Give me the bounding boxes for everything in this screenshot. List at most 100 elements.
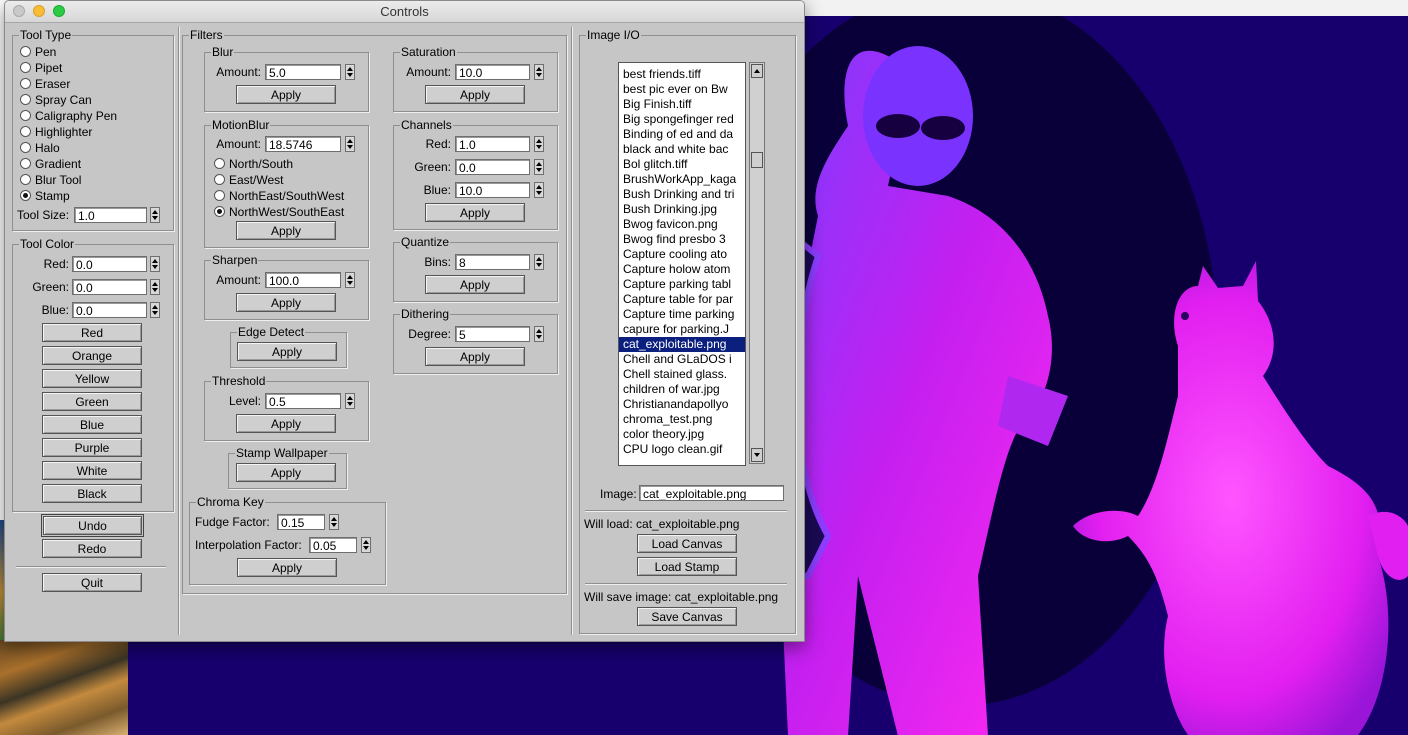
tool-color-red-spinner[interactable]	[150, 256, 160, 272]
tool-radio-caligraphy-pen[interactable]: Caligraphy Pen	[20, 109, 117, 123]
threshold-level-spinner[interactable]	[345, 393, 355, 409]
motionblur-radio-east-west[interactable]: East/West	[214, 173, 283, 187]
scroll-thumb[interactable]	[751, 152, 763, 168]
tool-color-green-spinner[interactable]	[150, 279, 160, 295]
radio-indicator-icon[interactable]	[214, 174, 225, 185]
tool-radio-halo[interactable]: Halo	[20, 141, 60, 155]
tool-radio-stamp[interactable]: Stamp	[20, 189, 70, 203]
file-list-item[interactable]: children of war.jpg	[619, 382, 745, 397]
redo-button[interactable]: Redo	[42, 539, 142, 558]
radio-indicator-icon[interactable]	[214, 206, 225, 217]
channels-apply-button[interactable]: Apply	[425, 203, 525, 222]
file-list-item[interactable]: Bwog favicon.png	[619, 217, 745, 232]
color-button-blue[interactable]: Blue	[42, 415, 142, 434]
file-list-item[interactable]: CPU logo clean.gif	[619, 442, 745, 457]
tool-color-blue-input[interactable]: 0.0	[72, 302, 147, 318]
scroll-up-icon[interactable]	[751, 64, 763, 78]
channels-red-input[interactable]: 1.0	[455, 136, 530, 152]
radio-indicator-icon[interactable]	[214, 190, 225, 201]
load-canvas-button[interactable]: Load Canvas	[637, 534, 737, 553]
file-list-item[interactable]: Bush Drinking and tri	[619, 187, 745, 202]
radio-indicator-icon[interactable]	[20, 46, 31, 57]
color-button-yellow[interactable]: Yellow	[42, 369, 142, 388]
fudge-factor-input[interactable]: 0.15	[277, 514, 325, 530]
radio-indicator-icon[interactable]	[20, 158, 31, 169]
sharpen-amount-spinner[interactable]	[345, 272, 355, 288]
file-list-item[interactable]: cat_exploitable.png	[619, 337, 745, 352]
channels-blue-spinner[interactable]	[534, 182, 544, 198]
radio-indicator-icon[interactable]	[20, 62, 31, 73]
radio-indicator-icon[interactable]	[20, 78, 31, 89]
file-list-item[interactable]: Chell stained glass.	[619, 367, 745, 382]
tool-size-input[interactable]: 1.0	[74, 207, 147, 223]
dithering-degree-input[interactable]: 5	[455, 326, 530, 342]
tool-radio-pipet[interactable]: Pipet	[20, 61, 62, 75]
dithering-degree-spinner[interactable]	[534, 326, 544, 342]
file-list-item[interactable]: Capture time parking	[619, 307, 745, 322]
quantize-apply-button[interactable]: Apply	[425, 275, 525, 294]
file-list-item[interactable]: capure for parking.J	[619, 322, 745, 337]
color-button-orange[interactable]: Orange	[42, 346, 142, 365]
radio-indicator-icon[interactable]	[20, 142, 31, 153]
threshold-level-input[interactable]: 0.5	[265, 393, 341, 409]
quit-button[interactable]: Quit	[42, 573, 142, 592]
quantize-bins-input[interactable]: 8	[455, 254, 530, 270]
color-button-red[interactable]: Red	[42, 323, 142, 342]
load-stamp-button[interactable]: Load Stamp	[637, 557, 737, 576]
file-list-item[interactable]: Big Finish.tiff	[619, 97, 745, 112]
sharpen-amount-input[interactable]: 100.0	[265, 272, 341, 288]
motionblur-radio-northeast-southwest[interactable]: NorthEast/SouthWest	[214, 189, 344, 203]
file-list-item[interactable]: Chell and GLaDOS i	[619, 352, 745, 367]
blur-apply-button[interactable]: Apply	[236, 85, 336, 104]
blur-amount-spinner[interactable]	[345, 64, 355, 80]
file-list-item[interactable]: BrushWorkApp_kaga	[619, 172, 745, 187]
file-listbox[interactable]: best friends.tiff best pic ever on Bw Big …	[618, 62, 746, 466]
file-list-item[interactable]: Christianandapollyo	[619, 397, 745, 412]
chroma-key-apply-button[interactable]: Apply	[237, 558, 337, 577]
color-button-white[interactable]: White	[42, 461, 142, 480]
file-list-item[interactable]: Capture holow atom	[619, 262, 745, 277]
radio-indicator-icon[interactable]	[20, 94, 31, 105]
file-list-item[interactable]: Bwog find presbo 3	[619, 232, 745, 247]
tool-color-blue-spinner[interactable]	[150, 302, 160, 318]
motionblur-apply-button[interactable]: Apply	[236, 221, 336, 240]
file-list-item[interactable]: Bol glitch.tiff	[619, 157, 745, 172]
motionblur-radio-north-south[interactable]: North/South	[214, 157, 293, 171]
channels-red-spinner[interactable]	[534, 136, 544, 152]
maximize-window-icon[interactable]	[53, 5, 65, 17]
tool-radio-eraser[interactable]: Eraser	[20, 77, 70, 91]
file-list-item[interactable]: color theory.jpg	[619, 427, 745, 442]
channels-blue-input[interactable]: 10.0	[455, 182, 530, 198]
file-list-item[interactable]: Bush Drinking.jpg	[619, 202, 745, 217]
radio-indicator-icon[interactable]	[20, 174, 31, 185]
file-list-item[interactable]: Binding of ed and da	[619, 127, 745, 142]
color-button-green[interactable]: Green	[42, 392, 142, 411]
tool-radio-highlighter[interactable]: Highlighter	[20, 125, 92, 139]
edge-detect-apply-button[interactable]: Apply	[237, 342, 337, 361]
file-list-item[interactable]: Big spongefinger red	[619, 112, 745, 127]
radio-indicator-icon[interactable]	[20, 110, 31, 121]
sharpen-apply-button[interactable]: Apply	[236, 293, 336, 312]
file-list-item[interactable]: best friends.tiff	[619, 67, 745, 82]
interpolation-factor-input[interactable]: 0.05	[309, 537, 357, 553]
undo-button[interactable]: Undo	[41, 514, 144, 537]
save-canvas-button[interactable]: Save Canvas	[637, 607, 737, 626]
radio-indicator-icon[interactable]	[214, 158, 225, 169]
interpolation-factor-spinner[interactable]	[361, 537, 371, 553]
color-button-black[interactable]: Black	[42, 484, 142, 503]
minimize-window-icon[interactable]	[33, 5, 45, 17]
file-list-item[interactable]: Capture cooling ato	[619, 247, 745, 262]
tool-radio-gradient[interactable]: Gradient	[20, 157, 81, 171]
radio-indicator-icon[interactable]	[20, 190, 31, 201]
motionblur-radio-northwest-southeast[interactable]: NorthWest/SouthEast	[214, 205, 344, 219]
file-list-item[interactable]: black and white bac	[619, 142, 745, 157]
color-button-purple[interactable]: Purple	[42, 438, 142, 457]
channels-green-spinner[interactable]	[534, 159, 544, 175]
file-list-item[interactable]: Capture parking tabl	[619, 277, 745, 292]
radio-indicator-icon[interactable]	[20, 126, 31, 137]
window-titlebar[interactable]: Controls	[5, 1, 804, 23]
tool-color-green-input[interactable]: 0.0	[72, 279, 147, 295]
threshold-apply-button[interactable]: Apply	[236, 414, 336, 433]
scroll-down-icon[interactable]	[751, 448, 763, 462]
fudge-factor-spinner[interactable]	[329, 514, 339, 530]
